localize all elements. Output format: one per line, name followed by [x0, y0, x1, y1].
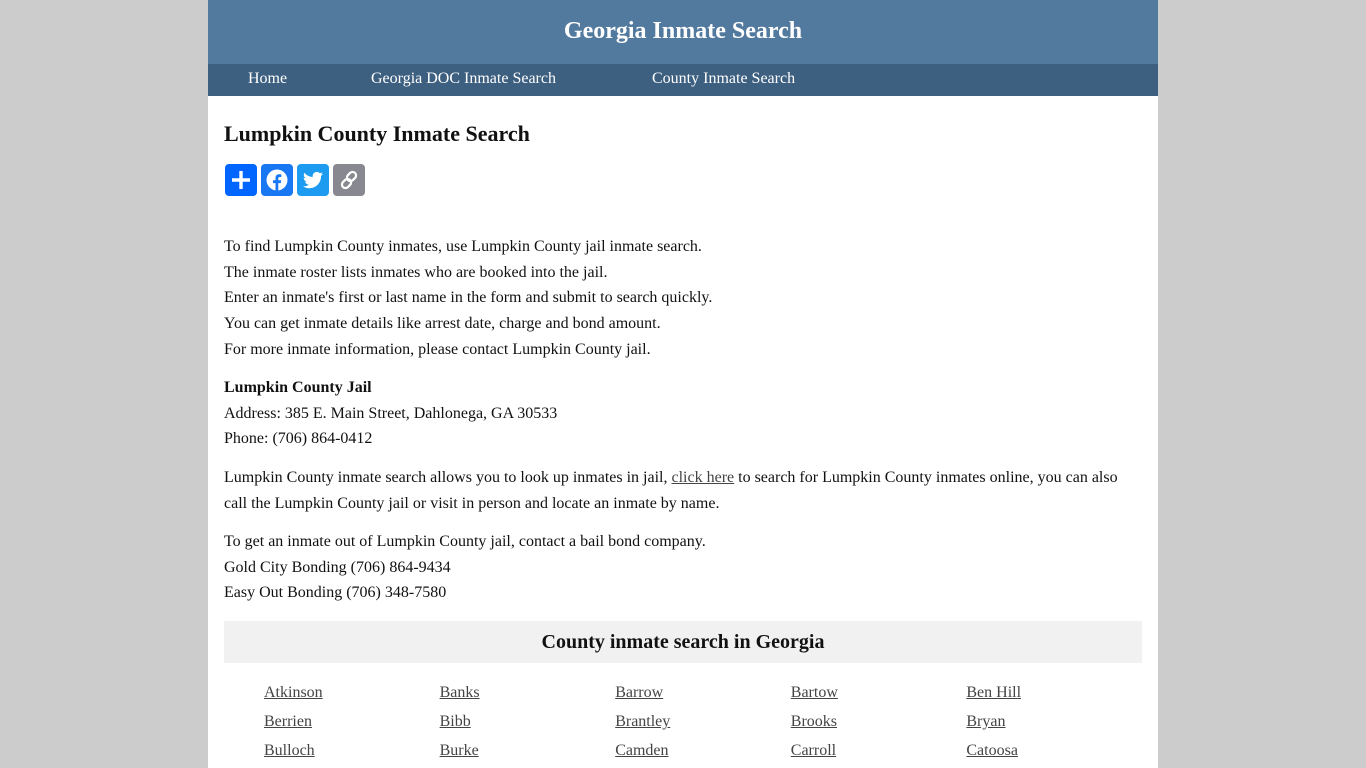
facebook-icon [266, 169, 288, 191]
page-title: Lumpkin County Inmate Search [224, 121, 530, 146]
click-here-link[interactable]: click here [672, 469, 735, 486]
county-link[interactable]: Brooks [791, 709, 967, 738]
main-nav: Home Georgia DOC Inmate Search County In… [208, 64, 1158, 96]
page-container: Georgia Inmate Search Home Georgia DOC I… [208, 0, 1158, 768]
county-section-title: County inmate search in Georgia [541, 630, 825, 653]
nav-georgia-doc-inmate-search[interactable]: Georgia DOC Inmate Search [371, 70, 556, 88]
share-button[interactable] [225, 164, 257, 196]
county-link[interactable]: Camden [615, 738, 791, 767]
county-link[interactable]: Berrien [264, 709, 440, 738]
twitter-icon [303, 171, 323, 189]
jail-name: Lumpkin County Jail [224, 379, 372, 396]
plus-icon [232, 171, 250, 189]
jail-address: Address: 385 E. Main Street, Dahlonega, … [224, 404, 558, 422]
site-header: Georgia Inmate Search [208, 0, 1158, 64]
bond-intro: To get an inmate out of Lumpkin County j… [224, 533, 706, 550]
bond-company: Easy Out Bonding (706) 348-7580 [224, 584, 447, 602]
county-link[interactable]: Brantley [615, 709, 791, 738]
county-link-grid: Atkinson Banks Barrow Bartow Ben Hill Be… [264, 680, 1144, 767]
county-link[interactable]: Burke [440, 738, 616, 767]
jail-phone: Phone: (706) 864-0412 [224, 430, 373, 448]
county-link[interactable]: Ben Hill [966, 680, 1142, 709]
twitter-share-button[interactable] [297, 164, 329, 196]
nav-county-inmate-search[interactable]: County Inmate Search [652, 70, 795, 88]
intro-paragraph: To find Lumpkin County inmates, use Lump… [224, 234, 1144, 363]
link-icon [340, 170, 358, 190]
facebook-share-button[interactable] [261, 164, 293, 196]
bond-company: Gold City Bonding (706) 864-9434 [224, 558, 451, 576]
county-link[interactable]: Banks [440, 680, 616, 709]
county-section-header: County inmate search in Georgia [224, 621, 1142, 663]
copy-link-button[interactable] [333, 164, 365, 196]
search-text-before: Lumpkin County inmate search allows you … [224, 469, 672, 486]
county-link[interactable]: Atkinson [264, 680, 440, 709]
intro-line: Enter an inmate's first or last name in … [224, 289, 713, 307]
county-link[interactable]: Carroll [791, 738, 967, 767]
county-link[interactable]: Barrow [615, 680, 791, 709]
search-paragraph: Lumpkin County inmate search allows you … [224, 465, 1144, 516]
county-link[interactable]: Bulloch [264, 738, 440, 767]
county-link[interactable]: Catoosa [966, 738, 1142, 767]
county-link[interactable]: Bryan [966, 709, 1142, 738]
nav-home[interactable]: Home [248, 70, 287, 88]
bond-info: To get an inmate out of Lumpkin County j… [224, 529, 1144, 606]
intro-line: You can get inmate details like arrest d… [224, 315, 661, 333]
jail-info: Lumpkin County Jail Address: 385 E. Main… [224, 375, 1144, 452]
share-buttons [225, 164, 365, 196]
site-title[interactable]: Georgia Inmate Search [564, 18, 802, 45]
county-link[interactable]: Bartow [791, 680, 967, 709]
intro-line: The inmate roster lists inmates who are … [224, 263, 608, 281]
county-link[interactable]: Bibb [440, 709, 616, 738]
intro-line: For more inmate information, please cont… [224, 340, 651, 358]
intro-line: To find Lumpkin County inmates, use Lump… [224, 238, 702, 255]
